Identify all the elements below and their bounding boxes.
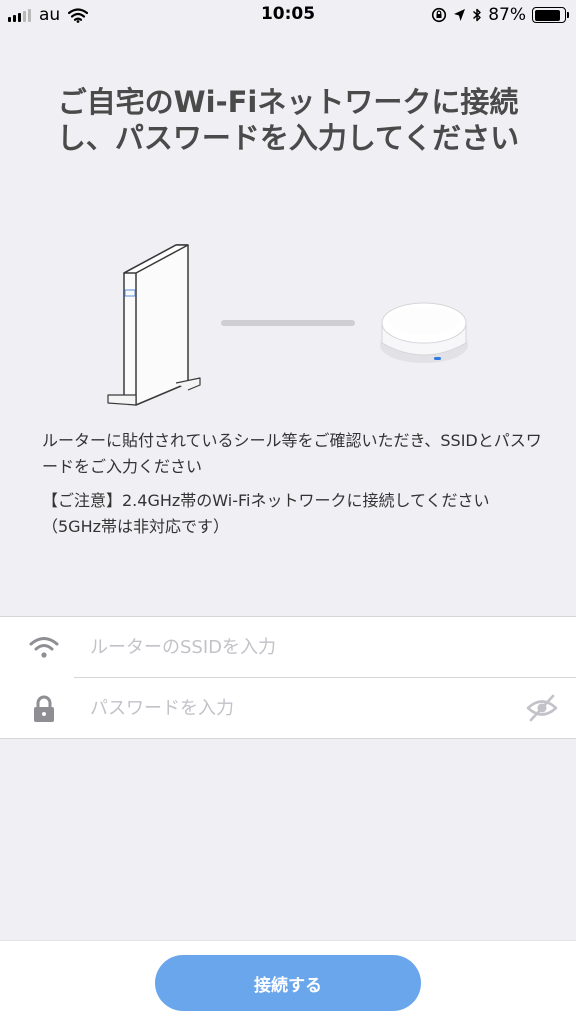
ssid-row <box>0 617 576 677</box>
lock-icon <box>34 695 54 722</box>
notice-text: 【ご注意】2.4GHz帯のWi-Fiネットワークに接続してください（5GHz帯は… <box>42 491 490 536</box>
page-title: ご自宅のWi-Fiネットワークに接続し、パスワードを入力してください <box>56 85 520 155</box>
connect-button[interactable]: 接続する <box>155 955 421 1011</box>
wifi-form <box>0 616 576 739</box>
instruction-text: ルーターに貼付されているシール等をご確認いただき、SSIDとパスワードをご入力く… <box>42 431 542 476</box>
status-bar: au 10:05 87% <box>0 0 576 32</box>
battery-fill <box>534 9 560 21</box>
hide-password-eye-icon[interactable] <box>526 693 558 723</box>
battery-icon <box>532 7 569 23</box>
wifi-icon <box>29 637 59 658</box>
bluetooth-icon <box>473 8 481 22</box>
rotation-lock-icon <box>432 7 447 23</box>
router-hub-illustration <box>107 244 468 406</box>
ssid-input[interactable] <box>90 629 510 665</box>
battery-percent: 87% <box>488 5 526 25</box>
location-icon <box>454 9 466 21</box>
bottom-bar: 接続する <box>0 940 576 1024</box>
status-right: 87% <box>431 5 569 25</box>
password-input[interactable] <box>90 690 510 726</box>
hub-device-icon <box>380 302 468 363</box>
router-icon <box>107 244 201 406</box>
password-row <box>0 678 576 738</box>
